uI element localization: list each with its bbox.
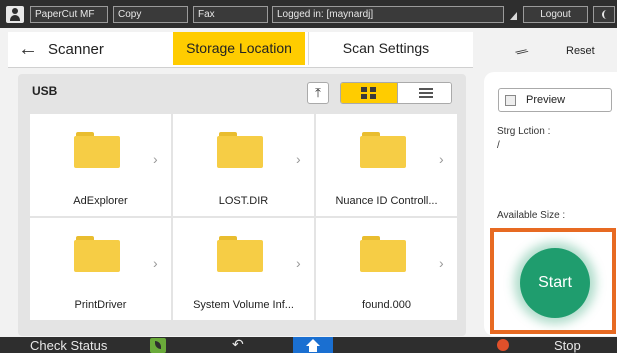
logout-button[interactable]: Logout bbox=[523, 6, 588, 23]
chevron-right-icon: › bbox=[439, 151, 444, 167]
folder-tile[interactable]: › PrintDriver bbox=[30, 218, 171, 320]
check-status-button[interactable]: Check Status bbox=[30, 337, 107, 353]
folder-tile[interactable]: › found.000 bbox=[316, 218, 457, 320]
start-button[interactable]: Start bbox=[520, 248, 590, 318]
chevron-right-icon: › bbox=[153, 255, 158, 271]
chevron-right-icon: › bbox=[439, 255, 444, 271]
system-menu-icon[interactable] bbox=[593, 6, 615, 23]
copy-button[interactable]: Copy bbox=[113, 6, 188, 23]
tab-storage-location[interactable]: Storage Location bbox=[173, 32, 305, 65]
fax-button[interactable]: Fax bbox=[193, 6, 268, 23]
corner-icon bbox=[510, 12, 517, 20]
grid-view-icon[interactable] bbox=[341, 83, 397, 103]
page-title: Scanner bbox=[48, 41, 104, 58]
checkbox-icon bbox=[505, 95, 516, 106]
folder-grid: › AdExplorer › LOST.DIR › Nuance ID Cont… bbox=[30, 114, 462, 332]
chevron-right-icon: › bbox=[296, 255, 301, 271]
preview-checkbox[interactable]: Preview bbox=[498, 88, 612, 112]
chevron-right-icon: › bbox=[153, 151, 158, 167]
back-arrow-icon[interactable]: ← bbox=[18, 38, 42, 62]
eco-icon[interactable] bbox=[150, 338, 166, 353]
scanner-header: ← Scanner Storage Location Scan Settings bbox=[8, 32, 473, 68]
folder-name: System Volume Inf... bbox=[193, 299, 294, 311]
system-top-bar: PaperCut MF Copy Fax Logged in: [maynard… bbox=[0, 0, 617, 28]
folder-icon bbox=[360, 236, 406, 272]
folder-tile[interactable]: › LOST.DIR bbox=[173, 114, 314, 216]
folder-icon bbox=[217, 236, 263, 272]
folder-name: PrintDriver bbox=[74, 299, 127, 311]
home-icon[interactable] bbox=[293, 337, 333, 353]
stop-icon[interactable] bbox=[497, 339, 509, 351]
chevron-right-icon: › bbox=[296, 151, 301, 167]
folder-icon bbox=[360, 132, 406, 168]
storage-location-value: / bbox=[497, 140, 500, 151]
view-toggle bbox=[340, 82, 452, 104]
folder-name: found.000 bbox=[362, 299, 411, 311]
file-browser: USB ⤒ › AdExplorer › LOST.DIR › Nuance I… bbox=[18, 74, 466, 336]
folder-name: Nuance ID Controll... bbox=[335, 195, 438, 207]
reset-button[interactable]: Reset bbox=[566, 45, 595, 57]
tab-scan-settings[interactable]: Scan Settings bbox=[308, 32, 463, 65]
start-highlight-frame: Start bbox=[490, 228, 616, 334]
logged-in-status: Logged in: [maynardj] bbox=[272, 6, 504, 23]
return-arrow-icon[interactable]: ↶ bbox=[232, 336, 244, 353]
folder-name: LOST.DIR bbox=[218, 195, 269, 207]
system-bottom-bar: Check Status ↶ Stop bbox=[0, 336, 617, 353]
available-size-label: Available Size : bbox=[497, 210, 566, 221]
folder-tile[interactable]: › AdExplorer bbox=[30, 114, 171, 216]
papercut-button[interactable]: PaperCut MF bbox=[30, 6, 108, 23]
folder-tile[interactable]: › Nuance ID Controll... bbox=[316, 114, 457, 216]
pin-icon[interactable]: ∕∕ bbox=[515, 45, 530, 60]
up-to-top-icon[interactable]: ⤒ bbox=[307, 82, 329, 104]
folder-icon bbox=[74, 236, 120, 272]
stop-button[interactable]: Stop bbox=[554, 337, 581, 353]
folder-icon bbox=[74, 132, 120, 168]
user-icon[interactable] bbox=[6, 6, 24, 23]
preview-label: Preview bbox=[526, 94, 566, 106]
scan-side-panel: Preview Strg Lction : / Available Size :… bbox=[484, 72, 617, 336]
folder-tile[interactable]: › System Volume Inf... bbox=[173, 218, 314, 320]
location-label: USB bbox=[32, 84, 58, 98]
list-view-icon[interactable] bbox=[397, 83, 451, 103]
folder-name: AdExplorer bbox=[73, 195, 128, 207]
storage-location-label: Strg Lction : bbox=[497, 126, 551, 137]
folder-icon bbox=[217, 132, 263, 168]
right-header: ∕∕ Reset bbox=[480, 36, 617, 66]
